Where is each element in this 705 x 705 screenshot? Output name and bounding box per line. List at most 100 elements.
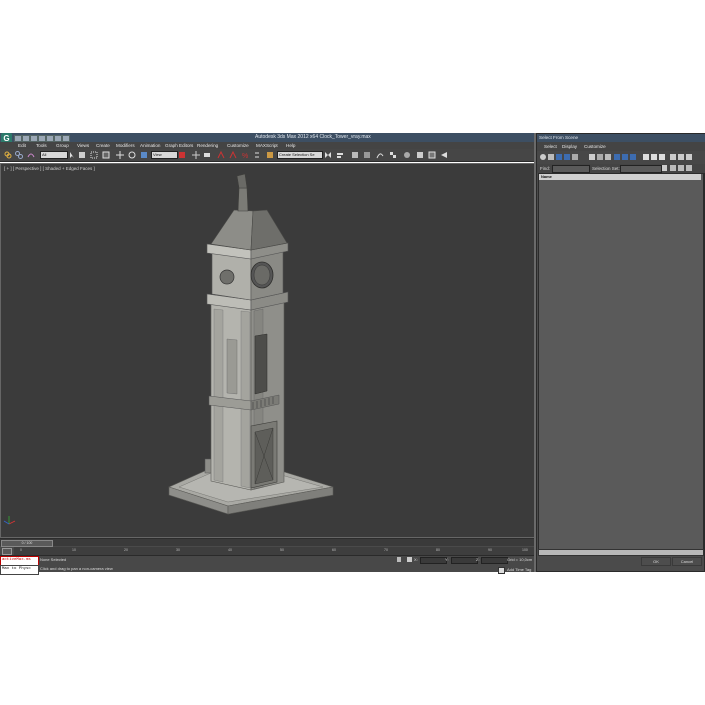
scene-object-list[interactable]: Name [538, 173, 704, 551]
selection-set-dropdown-icon[interactable] [662, 165, 667, 171]
cancel-button[interactable]: Cancel [672, 557, 702, 566]
render-setup-icon[interactable] [416, 151, 424, 159]
snaps-toggle-icon[interactable] [217, 151, 225, 159]
select-manipulate-icon[interactable] [192, 151, 200, 159]
align-icon[interactable] [336, 151, 344, 159]
named-selection-combo[interactable]: Create Selection Se [277, 151, 323, 159]
select-and-rotate-icon[interactable] [128, 151, 136, 159]
absolute-mode-icon[interactable] [407, 557, 412, 562]
dialog-menu-customize[interactable]: Customize [584, 144, 606, 149]
select-link-icon[interactable] [4, 151, 12, 159]
time-slider-track[interactable]: 0 / 100 [0, 539, 535, 547]
mirror-icon[interactable] [324, 151, 332, 159]
time-slider-thumb[interactable]: 0 / 100 [1, 540, 53, 547]
display-bones-icon[interactable] [614, 154, 620, 160]
save-file-icon[interactable] [30, 135, 38, 142]
reference-coordinate-combo[interactable]: View [151, 151, 178, 159]
filter-icon[interactable] [678, 154, 684, 160]
menu-views[interactable]: Views [77, 143, 89, 148]
menu-customize[interactable]: Customize [227, 143, 249, 148]
selection-set-combo[interactable] [620, 165, 662, 173]
menu-animation[interactable]: Animation [140, 143, 160, 148]
layer-manager-icon[interactable] [351, 151, 359, 159]
rect-selection-region-icon[interactable] [90, 151, 98, 159]
display-frozen-icon[interactable] [630, 154, 636, 160]
display-spacewarps-icon[interactable] [589, 154, 595, 160]
rendered-frame-window-icon[interactable] [428, 151, 436, 159]
horizontal-scrollbar[interactable] [538, 549, 704, 556]
material-editor-icon[interactable] [403, 151, 411, 159]
dialog-menu-select[interactable]: Select [544, 144, 557, 149]
project-folder-icon[interactable] [54, 135, 62, 142]
panel-divider[interactable] [534, 133, 536, 572]
y-coordinate-field[interactable] [451, 557, 478, 564]
ok-button[interactable]: OK [641, 557, 671, 566]
pivot-center-icon[interactable] [178, 151, 186, 159]
menu-modifiers[interactable]: Modifiers [116, 143, 135, 148]
display-invert-icon[interactable] [659, 154, 665, 160]
angle-snap-icon[interactable] [229, 151, 237, 159]
z-coordinate-field[interactable] [481, 557, 508, 564]
hierarchy-icon[interactable] [670, 165, 676, 171]
sort-icon[interactable] [678, 165, 684, 171]
time-tag-icon[interactable] [498, 567, 505, 574]
display-xrefs-icon[interactable] [605, 154, 611, 160]
workspace-dropdown-icon[interactable] [62, 135, 70, 142]
track-bar[interactable]: 0 10 20 30 40 50 60 70 80 90 100 [14, 547, 535, 555]
display-containers-icon[interactable] [622, 154, 628, 160]
name-column-header[interactable]: Name [539, 174, 701, 180]
find-input[interactable] [552, 165, 590, 173]
keyboard-shortcut-override-icon[interactable] [203, 151, 211, 159]
maxscript-input-mini[interactable]: Max to Physc [0, 565, 39, 575]
menu-graph-editors[interactable]: Graph Editors [165, 143, 193, 148]
window-crossing-icon[interactable] [102, 151, 110, 159]
new-file-icon[interactable] [14, 135, 22, 142]
render-production-icon[interactable] [440, 151, 448, 159]
display-cameras-icon[interactable] [564, 154, 570, 160]
selection-filter-combo[interactable]: All [40, 151, 68, 159]
redo-icon[interactable] [46, 135, 54, 142]
dialog-menu-display[interactable]: Display [562, 144, 577, 149]
undo-icon[interactable] [38, 135, 46, 142]
menu-edit[interactable]: Edit [18, 143, 26, 148]
spinner-snap-icon[interactable] [253, 151, 261, 159]
select-and-scale-icon[interactable] [140, 151, 148, 159]
select-and-move-icon[interactable] [116, 151, 124, 159]
selection-status: None Selected [40, 557, 67, 562]
menu-rendering[interactable]: Rendering [197, 143, 218, 148]
sync-selection-icon[interactable] [670, 154, 676, 160]
menu-tools[interactable]: Tools [36, 143, 47, 148]
display-helpers-icon[interactable] [572, 154, 578, 160]
menu-maxscript[interactable]: MAXScript [256, 143, 278, 148]
options-icon[interactable] [686, 154, 692, 160]
prompt-line: Click and drag to pan a non-camera view [40, 566, 113, 571]
lock-selection-icon[interactable] [397, 557, 401, 562]
display-groups-icon[interactable] [597, 154, 603, 160]
mini-curve-editor-icon[interactable] [2, 548, 12, 555]
x-coordinate-field[interactable] [420, 557, 447, 564]
curve-editor-icon[interactable] [376, 151, 384, 159]
menu-create[interactable]: Create [96, 143, 110, 148]
menu-group[interactable]: Group [56, 143, 69, 148]
select-by-name-icon[interactable] [78, 151, 86, 159]
display-shapes-icon[interactable] [548, 154, 554, 160]
select-object-icon[interactable] [68, 151, 76, 159]
perspective-viewport[interactable]: [ + ] [ Perspective ] [ Shaded + Edged F… [0, 163, 535, 538]
unlink-icon[interactable] [15, 151, 23, 159]
open-file-icon[interactable] [22, 135, 30, 142]
display-none-icon[interactable] [651, 154, 657, 160]
bind-space-warp-icon[interactable] [27, 151, 35, 159]
dialog-toolbar [537, 151, 705, 164]
add-time-tag[interactable]: Add Time Tag [507, 567, 531, 572]
schematic-view-icon[interactable] [389, 151, 397, 159]
graphite-modeling-icon[interactable] [363, 151, 371, 159]
settings-icon[interactable] [686, 165, 692, 171]
menu-help[interactable]: Help [286, 143, 295, 148]
select-from-scene-dialog: Select From Scene Select Display Customi… [536, 133, 705, 572]
percent-snap-icon[interactable]: % [241, 151, 249, 159]
clock-tower-model[interactable] [1, 164, 534, 537]
display-geometry-icon[interactable] [540, 154, 546, 160]
display-all-icon[interactable] [643, 154, 649, 160]
display-lights-icon[interactable] [556, 154, 562, 160]
edit-named-selection-icon[interactable] [266, 151, 274, 159]
